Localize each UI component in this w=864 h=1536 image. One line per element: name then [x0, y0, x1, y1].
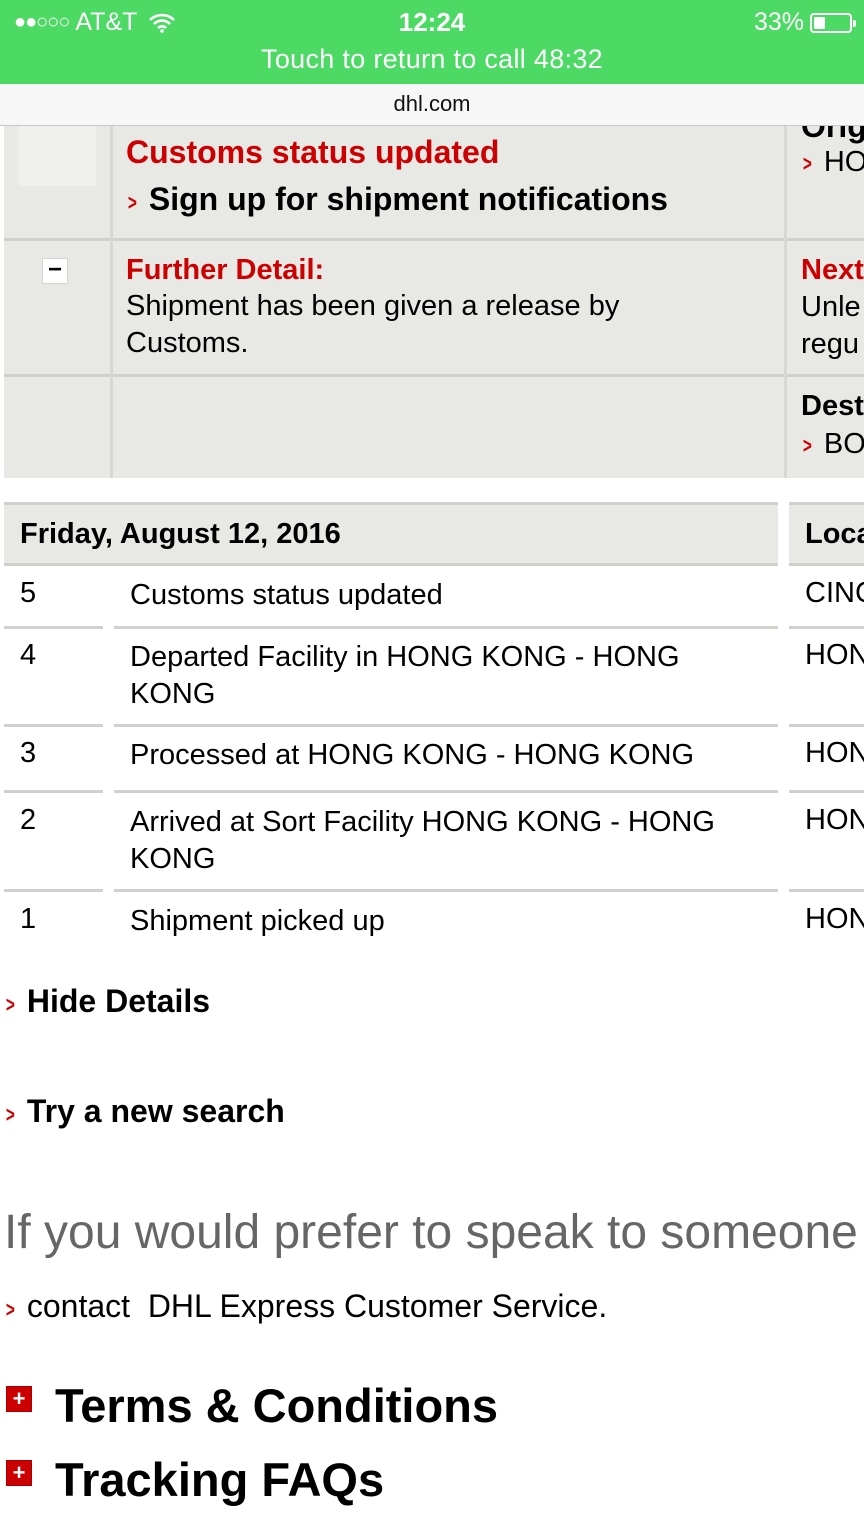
destination-value: BO	[823, 428, 864, 460]
event-number: 4	[20, 639, 37, 671]
origin-link[interactable]: > HO	[801, 146, 864, 179]
collapse-detail-button[interactable]: −	[42, 258, 68, 284]
hide-details-link[interactable]: > Hide Details	[4, 983, 210, 1020]
terms-conditions-toggle[interactable]: Terms & Conditions	[55, 1378, 498, 1433]
return-to-call-banner[interactable]: Touch to return to call 48:32	[0, 44, 864, 75]
origin-value: HO	[823, 146, 864, 178]
new-search-link[interactable]: > Try a new search	[4, 1093, 285, 1130]
destination-link[interactable]: > BO	[801, 428, 864, 461]
clock: 12:24	[398, 7, 466, 37]
origin-label: Orig	[801, 126, 864, 144]
event-location: CINC	[805, 577, 864, 609]
event-number: 3	[20, 737, 37, 769]
event-description: Processed at HONG KONG - HONG KONG	[130, 739, 694, 771]
shipment-summary-panel: Customs status updated > Sign up for ship…	[4, 126, 864, 478]
event-location: HON	[805, 804, 864, 836]
next-step-text-2: regu	[801, 328, 860, 360]
event-number: 2	[20, 804, 37, 836]
battery-icon	[810, 12, 856, 33]
status-title: Customs status updated	[126, 134, 500, 170]
caret-right-icon: >	[5, 992, 15, 1017]
caret-right-icon: >	[802, 151, 812, 176]
caret-right-icon: >	[5, 1297, 15, 1322]
plus-icon[interactable]: +	[6, 1460, 32, 1486]
event-location: HON	[805, 903, 864, 935]
destination-label: Dest	[801, 390, 864, 422]
tracking-faqs-toggle[interactable]: Tracking FAQs	[55, 1452, 384, 1507]
event-location: HON	[805, 639, 864, 671]
next-step-label: Next	[801, 254, 864, 286]
contact-heading: If you would prefer to speak to someone	[4, 1206, 858, 1259]
notifications-link[interactable]: > Sign up for shipment notifications	[126, 181, 668, 218]
event-description: Departed Facility in HONG KONG - HONG KO…	[130, 641, 680, 710]
next-step-text-1: Unle	[801, 291, 861, 323]
event-number: 5	[20, 577, 37, 609]
notifications-link-label: Sign up for shipment notifications	[148, 181, 668, 217]
event-location: HON	[805, 737, 864, 769]
contact-prefix: contact	[26, 1288, 131, 1324]
event-description: Customs status updated	[130, 579, 443, 611]
new-search-label: Try a new search	[26, 1093, 285, 1129]
status-thumbnail	[18, 126, 96, 186]
hide-details-label: Hide Details	[26, 983, 211, 1019]
battery-indicator: 33%	[753, 8, 856, 37]
event-description: Arrived at Sort Facility HONG KONG - HON…	[130, 806, 715, 875]
contact-line: > contact DHL Express Customer Service.	[4, 1288, 607, 1325]
further-detail-label: Further Detail:	[126, 254, 325, 286]
plus-icon[interactable]: +	[6, 1386, 32, 1412]
contact-suffix: .	[598, 1288, 608, 1324]
date-header: Friday, August 12, 2016	[4, 502, 778, 566]
event-number: 1	[20, 903, 37, 935]
event-description: Shipment picked up	[130, 905, 385, 937]
caret-right-icon: >	[5, 1102, 15, 1127]
location-header: Loca	[789, 502, 864, 566]
address-bar[interactable]: dhl.com	[0, 84, 864, 126]
further-detail-text: Shipment has been given a release by Cus…	[126, 290, 620, 359]
caret-right-icon: >	[802, 433, 812, 458]
minus-icon: −	[47, 256, 62, 283]
status-bar: ●●○○○ AT&T 12:24 33% Touch to return to …	[0, 0, 864, 84]
customer-service-link[interactable]: DHL Express Customer Service	[148, 1288, 599, 1324]
battery-percent: 33%	[753, 8, 804, 36]
caret-right-icon: >	[127, 190, 137, 215]
